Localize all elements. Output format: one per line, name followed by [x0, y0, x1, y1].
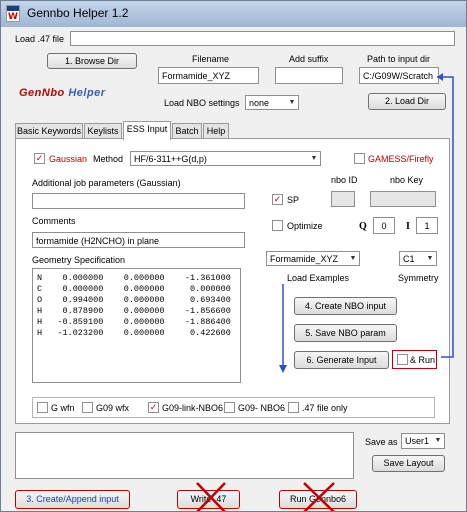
cross-icon — [196, 482, 226, 511]
disabled-cross-marks — [196, 482, 335, 511]
tab-ess-input[interactable]: ESS Input — [123, 121, 171, 140]
cross-icon — [303, 482, 335, 511]
app-window: W Gennbo Helper 1.2 Load .47 file 1. Bro… — [0, 0, 467, 512]
